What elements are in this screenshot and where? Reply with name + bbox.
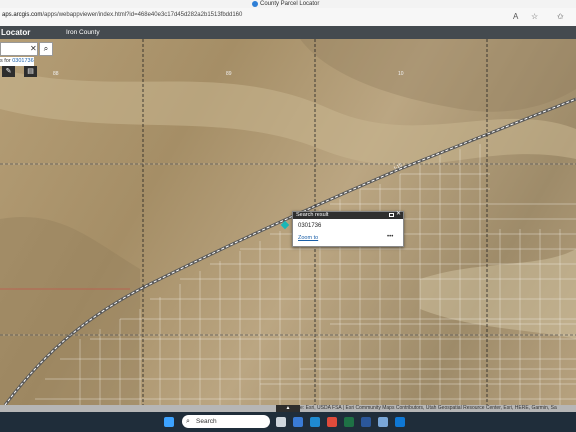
outlook-icon[interactable] [395,417,405,427]
taskbar: ⌕ Search [0,412,576,432]
favorite-star-icon[interactable]: ☆ [531,12,538,21]
chrome-icon[interactable] [327,417,337,427]
satellite-imagery [0,39,576,405]
url-text[interactable]: aps.arcgis.com/apps/webappviewer/index.h… [2,12,242,18]
section-label-89: 89 [226,71,232,77]
layers-icon[interactable]: ▤ [24,66,37,77]
search-icon: ⌕ [43,44,49,53]
word-icon[interactable] [361,417,371,427]
address-bar[interactable]: aps.arcgis.com/apps/webappviewer/index.h… [0,8,576,27]
popup-header: Search result ✕ [293,211,403,219]
windows-start-icon[interactable] [164,417,174,427]
excel-icon[interactable] [344,417,354,427]
edit-icon[interactable]: ✎ [2,66,15,77]
search-icon: ⌕ [186,418,190,425]
read-aloud-icon[interactable]: A [513,12,518,21]
photos-icon[interactable] [378,417,388,427]
taskbar-search[interactable]: ⌕ Search [182,415,270,428]
app-title: Locator [1,28,31,37]
search-result-popup: Search result ✕ 0301736 Zoom to ••• [292,211,404,247]
search-button[interactable]: ⌕ [39,42,53,56]
search-input[interactable]: ✕ [0,42,38,56]
close-icon[interactable]: ✕ [396,211,401,218]
app-header: Locator Iron County [0,26,576,39]
zoom-to-link[interactable]: Zoom to [298,235,318,241]
maximize-icon[interactable] [389,213,394,217]
window-titlebar: County Parcel Locator [0,0,576,8]
search-suggestion[interactable]: s for 0301736 [0,57,34,66]
section-label-10: 10 [398,71,404,77]
task-view-icon[interactable] [276,417,286,427]
favorites-icon[interactable]: ✩ [557,12,564,21]
section-label-88: 88 [53,71,59,77]
file-explorer-icon[interactable] [293,417,303,427]
app-icon [252,1,258,7]
county-name: Iron County [66,29,100,36]
clear-search-icon[interactable]: ✕ [30,44,37,53]
map-view[interactable]: 88 89 10 I-15 [0,39,576,405]
edge-icon[interactable] [310,417,320,427]
more-options-icon[interactable]: ••• [387,234,393,240]
window-title: County Parcel Locator [260,1,320,7]
collapse-panel-icon[interactable]: ▲ [276,405,300,412]
parcel-id: 0301736 [298,223,322,229]
